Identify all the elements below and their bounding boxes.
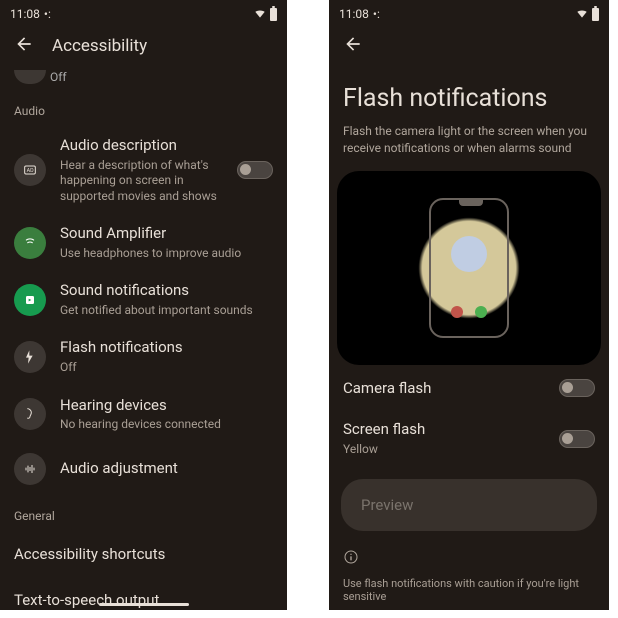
status-dots: •: bbox=[373, 7, 380, 21]
illustration bbox=[337, 171, 601, 365]
row-flash-notifications[interactable]: Flash notifications Off bbox=[0, 328, 287, 385]
row-screen-flash[interactable]: Screen flash Yellow bbox=[329, 406, 609, 465]
caution-text: Use flash notifications with caution if … bbox=[329, 573, 609, 603]
back-arrow-icon[interactable] bbox=[14, 34, 34, 58]
screen-flash-label: Screen flash bbox=[343, 420, 425, 440]
audio-description-icon: AD bbox=[14, 154, 46, 186]
screen-flash-toggle[interactable] bbox=[559, 430, 595, 448]
wifi-icon bbox=[253, 6, 267, 23]
row-hearing-devices[interactable]: Hearing devices No hearing devices conne… bbox=[0, 386, 287, 443]
hearing-sub: No hearing devices connected bbox=[60, 417, 273, 433]
sound-amp-sub: Use headphones to improve audio bbox=[60, 246, 273, 262]
page-title: Flash notifications bbox=[329, 58, 609, 123]
hearing-title: Hearing devices bbox=[60, 396, 273, 416]
sound-notifications-icon bbox=[14, 284, 46, 316]
row-sound-amplifier[interactable]: Sound Amplifier Use headphones to improv… bbox=[0, 214, 287, 271]
flash-icon bbox=[14, 341, 46, 373]
illus-green-dot-icon bbox=[475, 306, 487, 318]
sound-notif-sub: Get notified about important sounds bbox=[60, 303, 273, 319]
back-arrow-icon[interactable] bbox=[343, 34, 363, 58]
illus-red-dot-icon bbox=[451, 306, 463, 318]
illus-phone-icon bbox=[429, 198, 509, 338]
row-sound-notifications[interactable]: Sound notifications Get notified about i… bbox=[0, 271, 287, 328]
screen-flash-sub: Yellow bbox=[343, 442, 425, 458]
nav-handle[interactable] bbox=[99, 603, 189, 606]
section-audio: Audio bbox=[0, 90, 287, 126]
preview-label: Preview bbox=[361, 496, 413, 514]
status-time: 11:08 bbox=[339, 7, 369, 21]
sound-notif-title: Sound notifications bbox=[60, 281, 273, 301]
camera-flash-toggle[interactable] bbox=[559, 379, 595, 397]
camera-flash-label: Camera flash bbox=[343, 379, 431, 399]
status-bar: 11:08 •: bbox=[0, 0, 287, 24]
flash-notif-sub: Off bbox=[60, 360, 273, 376]
info-icon bbox=[343, 550, 359, 569]
audio-adj-title: Audio adjustment bbox=[60, 459, 273, 479]
flash-notif-title: Flash notifications bbox=[60, 338, 273, 358]
audio-adjustment-icon bbox=[14, 453, 46, 485]
status-time: 11:08 bbox=[10, 7, 40, 21]
hearing-icon bbox=[14, 398, 46, 430]
page-subtitle: Flash the camera light or the screen whe… bbox=[329, 123, 609, 171]
page-title: Accessibility bbox=[52, 36, 147, 56]
app-header bbox=[329, 24, 609, 58]
app-header: Accessibility bbox=[0, 24, 287, 70]
row-camera-flash[interactable]: Camera flash bbox=[329, 365, 609, 407]
audio-desc-title: Audio description bbox=[60, 136, 223, 156]
illus-flash-dot-icon bbox=[451, 236, 487, 272]
audio-desc-toggle[interactable] bbox=[237, 161, 273, 179]
row-audio-description[interactable]: AD Audio description Hear a description … bbox=[0, 126, 287, 214]
svg-text:AD: AD bbox=[27, 168, 34, 174]
audio-desc-sub: Hear a description of what's happening o… bbox=[60, 158, 223, 205]
sound-amplifier-icon bbox=[14, 227, 46, 259]
row-audio-adjustment[interactable]: Audio adjustment bbox=[0, 443, 287, 495]
section-general: General bbox=[0, 495, 287, 531]
info-icon-row bbox=[329, 531, 609, 573]
status-dots: •: bbox=[44, 7, 51, 21]
flash-notifications-screen: 11:08 •: Flash notifications Flash the ca… bbox=[329, 0, 609, 610]
row-shortcuts[interactable]: Accessibility shortcuts bbox=[0, 531, 287, 577]
battery-icon bbox=[592, 8, 599, 21]
status-bar: 11:08 •: bbox=[329, 0, 609, 24]
wifi-icon bbox=[575, 6, 589, 23]
preview-button[interactable]: Preview bbox=[341, 479, 597, 531]
accessibility-screen: 11:08 •: Accessibility Off Audio AD Audio… bbox=[0, 0, 287, 610]
battery-icon bbox=[270, 8, 277, 21]
sound-amp-title: Sound Amplifier bbox=[60, 224, 273, 244]
